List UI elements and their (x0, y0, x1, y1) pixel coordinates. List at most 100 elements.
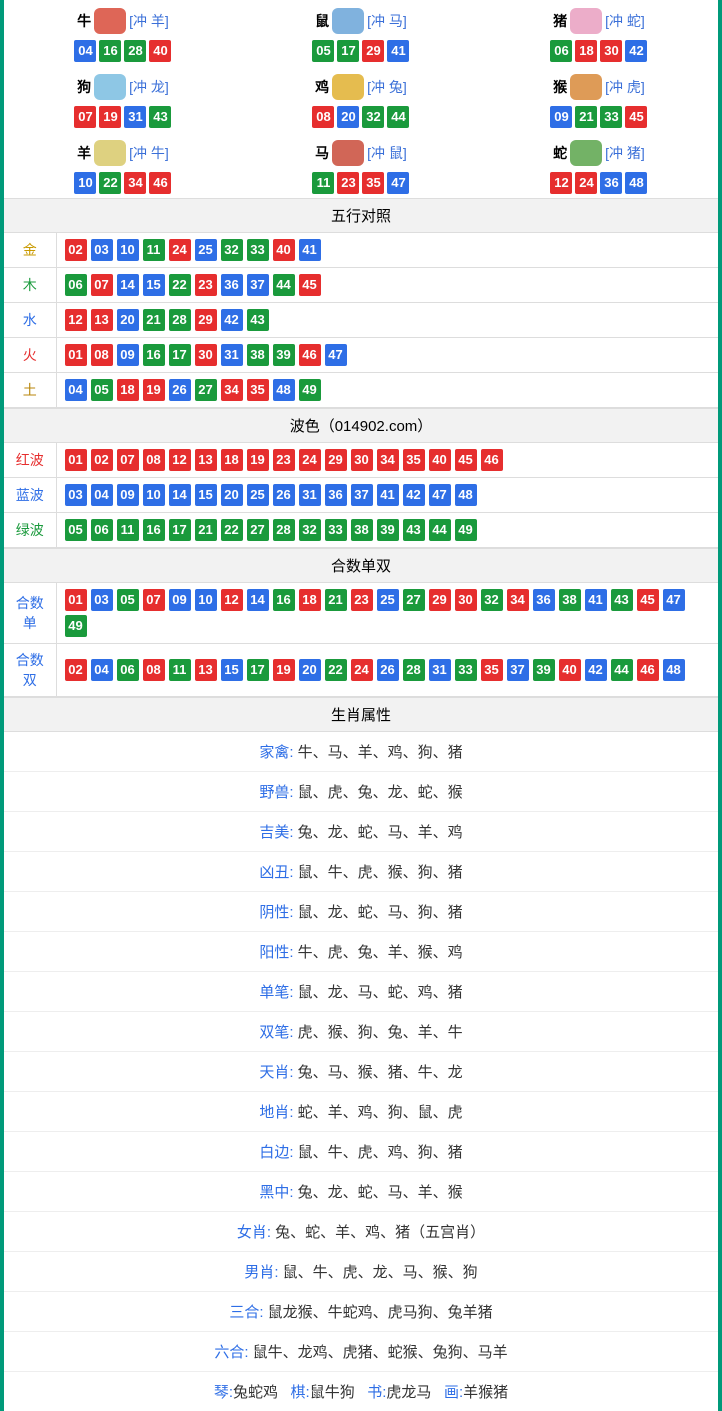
number-ball: 38 (351, 519, 373, 541)
attr-row: 黑中: 兔、龙、蛇、马、羊、猴 (4, 1172, 718, 1212)
number-ball: 03 (91, 589, 113, 611)
number-ball: 13 (195, 449, 217, 471)
zodiac-icon (332, 8, 364, 34)
number-ball: 45 (455, 449, 477, 471)
number-ball: 29 (325, 449, 347, 471)
attr-key: 阴性: (259, 904, 293, 921)
number-ball: 48 (663, 659, 685, 681)
number-ball: 32 (299, 519, 321, 541)
number-ball: 09 (550, 106, 572, 128)
number-ball: 23 (351, 589, 373, 611)
attr-row: 野兽: 鼠、虎、兔、龙、蛇、猴 (4, 772, 718, 812)
number-ball: 12 (550, 172, 572, 194)
number-ball: 46 (481, 449, 503, 471)
number-ball: 08 (91, 344, 113, 366)
number-ball: 10 (74, 172, 96, 194)
bottom-key: 琴: (214, 1384, 233, 1401)
number-ball: 19 (247, 449, 269, 471)
zodiac-cell: 猪[冲 蛇]06183042 (480, 0, 718, 66)
number-ball: 06 (117, 659, 139, 681)
zodiac-header: 猴[冲 虎] (553, 74, 645, 100)
section-title-bose: 波色（014902.com） (4, 408, 718, 443)
number-ball: 15 (221, 659, 243, 681)
number-ball: 39 (273, 344, 295, 366)
attr-value: 鼠牛、龙鸡、虎猪、蛇猴、兔狗、马羊 (249, 1344, 508, 1361)
number-ball: 26 (169, 379, 191, 401)
number-ball: 34 (221, 379, 243, 401)
number-ball: 18 (117, 379, 139, 401)
number-ball: 15 (143, 274, 165, 296)
zodiac-icon (332, 74, 364, 100)
number-ball: 20 (299, 659, 321, 681)
bottom-key: 棋: (291, 1384, 310, 1401)
number-ball: 34 (507, 589, 529, 611)
attr-key: 六合: (214, 1344, 248, 1361)
table-row: 金02031011242532334041 (4, 233, 718, 268)
zodiac-conflict: [冲 龙] (129, 77, 169, 97)
number-ball: 41 (299, 239, 321, 261)
number-ball: 34 (124, 172, 146, 194)
number-ball: 11 (117, 519, 139, 541)
bottom-key: 书: (367, 1384, 386, 1401)
row-balls: 0108091617303138394647 (56, 338, 718, 373)
zodiac-header: 狗[冲 龙] (77, 74, 169, 100)
number-ball: 02 (91, 449, 113, 471)
number-ball: 07 (143, 589, 165, 611)
number-ball: 44 (611, 659, 633, 681)
row-label: 红波 (4, 443, 56, 478)
attr-row: 地肖: 蛇、羊、鸡、狗、鼠、虎 (4, 1092, 718, 1132)
attr-key: 天肖: (259, 1064, 293, 1081)
number-ball: 35 (247, 379, 269, 401)
number-ball: 21 (195, 519, 217, 541)
number-ball: 38 (247, 344, 269, 366)
number-ball: 27 (247, 519, 269, 541)
number-ball: 05 (65, 519, 87, 541)
number-ball: 46 (299, 344, 321, 366)
number-ball: 36 (325, 484, 347, 506)
zodiac-name: 牛 (77, 11, 91, 31)
zodiac-grid: 牛[冲 羊]04162840鼠[冲 马]05172941猪[冲 蛇]061830… (4, 0, 718, 198)
number-ball: 37 (351, 484, 373, 506)
number-ball: 43 (149, 106, 171, 128)
number-ball: 22 (169, 274, 191, 296)
number-ball: 45 (637, 589, 659, 611)
attr-key: 阳性: (259, 944, 293, 961)
row-label: 火 (4, 338, 56, 373)
attr-key: 吉美: (259, 824, 293, 841)
zodiac-conflict: [冲 鼠] (367, 143, 407, 163)
number-ball: 20 (337, 106, 359, 128)
number-ball: 44 (429, 519, 451, 541)
number-ball: 22 (325, 659, 347, 681)
number-ball: 17 (247, 659, 269, 681)
row-balls: 03040910141520252631363741424748 (56, 478, 718, 513)
zodiac-icon (570, 74, 602, 100)
attr-value: 牛、虎、兔、羊、猴、鸡 (294, 944, 463, 961)
number-ball: 22 (221, 519, 243, 541)
number-ball: 01 (65, 344, 87, 366)
number-ball: 08 (143, 449, 165, 471)
row-balls: 0103050709101214161821232527293032343638… (56, 583, 718, 644)
number-ball: 30 (600, 40, 622, 62)
attr-row: 双笔: 虎、猴、狗、兔、羊、牛 (4, 1012, 718, 1052)
zodiac-cell: 牛[冲 羊]04162840 (4, 0, 242, 66)
number-ball: 36 (533, 589, 555, 611)
number-ball: 04 (74, 40, 96, 62)
zodiac-numbers: 06183042 (482, 40, 716, 62)
zodiac-header: 马[冲 鼠] (315, 140, 407, 166)
number-ball: 05 (91, 379, 113, 401)
number-ball: 06 (91, 519, 113, 541)
number-ball: 28 (403, 659, 425, 681)
number-ball: 48 (273, 379, 295, 401)
number-ball: 20 (117, 309, 139, 331)
table-row: 红波0102070812131819232429303435404546 (4, 443, 718, 478)
number-ball: 15 (195, 484, 217, 506)
number-ball: 31 (429, 659, 451, 681)
row-label: 金 (4, 233, 56, 268)
zodiac-name: 蛇 (553, 143, 567, 163)
number-ball: 39 (533, 659, 555, 681)
number-ball: 21 (143, 309, 165, 331)
row-balls: 05061116172122272832333839434449 (56, 513, 718, 548)
number-ball: 29 (195, 309, 217, 331)
number-ball: 40 (273, 239, 295, 261)
number-ball: 49 (65, 615, 87, 637)
